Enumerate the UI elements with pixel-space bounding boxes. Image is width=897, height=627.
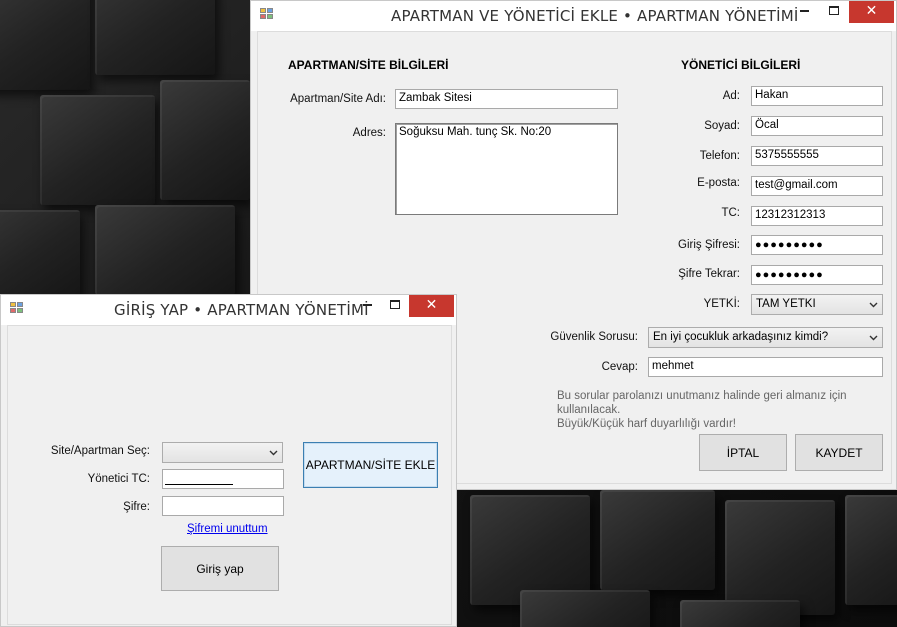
wallpaper-cube	[40, 95, 155, 205]
security-question-select-value: En iyi çocukluk arkadaşınız kimdi?	[653, 331, 829, 343]
maximize-icon[interactable]	[381, 295, 409, 317]
manager-tc-input[interactable]	[162, 469, 284, 489]
authority-select-value: TAM YETKI	[756, 298, 816, 310]
wallpaper-cube	[95, 0, 215, 75]
add-site-button[interactable]: APARTMAN/SİTE EKLE	[303, 442, 438, 488]
security-note-line: Büyük/Küçük harf duyarlılığı vardır!	[557, 418, 736, 430]
forgot-password-link[interactable]: Şifremi unuttum	[187, 523, 268, 535]
address-textarea[interactable]: Soğuksu Mah. tunç Sk. No:20	[395, 123, 618, 215]
security-note: Bu sorular parolanızı unutmanız halinde …	[557, 389, 887, 431]
chevron-down-icon	[269, 450, 278, 456]
password-repeat-input[interactable]: ●●●●●●●●●	[751, 265, 883, 285]
site-select-label: Site/Apartman Seç:	[50, 445, 150, 457]
close-icon[interactable]: ✕	[409, 295, 454, 317]
password-label: Şifre:	[123, 501, 150, 513]
email-input[interactable]: test@gmail.com	[751, 176, 883, 196]
phone-label: Telefon:	[699, 150, 740, 162]
close-icon[interactable]: ✕	[849, 1, 894, 23]
minimize-icon[interactable]	[353, 295, 381, 317]
tc-mask-placeholder	[165, 484, 233, 485]
authority-select[interactable]: TAM YETKI	[751, 294, 883, 315]
phone-input[interactable]: 5375555555	[751, 146, 883, 166]
window-title: APARTMAN VE YÖNETİCİ EKLE • APARTMAN YÖN…	[391, 7, 799, 25]
authority-label: YETKİ:	[703, 298, 740, 310]
wallpaper-cube	[600, 490, 715, 590]
password-repeat-label: Şifre Tekrar:	[678, 268, 740, 280]
login-window: GİRİŞ YAP • APARTMAN YÖNETİMİ ✕ Site/Apa…	[0, 294, 457, 627]
wallpaper-cube	[470, 495, 590, 605]
tc-label: TC:	[721, 207, 740, 219]
last-name-input[interactable]: Öcal	[751, 116, 883, 136]
app-icon	[10, 302, 24, 315]
security-question-label: Güvenlik Sorusu:	[550, 331, 638, 343]
wallpaper-cube	[725, 500, 835, 615]
maximize-icon[interactable]	[819, 1, 849, 23]
tc-input[interactable]: 12312312313	[751, 206, 883, 226]
wallpaper-cube	[680, 600, 800, 627]
section-site-heading: APARTMAN/SİTE BİLGİLERİ	[288, 58, 449, 72]
chevron-down-icon	[869, 302, 878, 308]
save-button[interactable]: KAYDET	[795, 434, 883, 471]
last-name-label: Soyad:	[704, 120, 740, 132]
site-name-input[interactable]: Zambak Sitesi	[395, 89, 618, 109]
first-name-label: Ad:	[722, 90, 740, 102]
manager-tc-label: Yönetici TC:	[87, 473, 150, 485]
cancel-button[interactable]: İPTAL	[699, 434, 787, 471]
wallpaper-cube	[0, 210, 80, 300]
password-input[interactable]: ●●●●●●●●●	[751, 235, 883, 255]
address-label: Adres:	[352, 127, 386, 139]
wallpaper-cube	[0, 0, 90, 90]
section-manager-heading: YÖNETİCİ BİLGİLERİ	[681, 58, 801, 72]
wallpaper-cube	[520, 590, 650, 627]
site-select[interactable]	[162, 442, 283, 463]
app-icon	[260, 8, 274, 21]
password-input[interactable]	[162, 496, 284, 516]
site-name-label: Apartman/Site Adı:	[290, 93, 386, 105]
first-name-input[interactable]: Hakan	[751, 86, 883, 106]
chevron-down-icon	[869, 335, 878, 341]
password-label: Giriş Şifresi:	[678, 239, 740, 251]
login-form: Site/Apartman Seç: Yönetici TC: Şifre: Ş…	[7, 325, 452, 625]
add-apartment-titlebar[interactable]: APARTMAN VE YÖNETİCİ EKLE • APARTMAN YÖN…	[251, 1, 896, 31]
login-button[interactable]: Giriş yap	[161, 546, 279, 591]
answer-label: Cevap:	[601, 361, 638, 373]
answer-input[interactable]: mehmet	[648, 357, 883, 377]
security-question-select[interactable]: En iyi çocukluk arkadaşınız kimdi?	[648, 327, 883, 348]
wallpaper-cube	[95, 205, 235, 295]
wallpaper-cube	[845, 495, 897, 605]
email-label: E-posta:	[697, 177, 740, 189]
window-title: GİRİŞ YAP • APARTMAN YÖNETİMİ	[114, 301, 369, 319]
login-titlebar[interactable]: GİRİŞ YAP • APARTMAN YÖNETİMİ ✕	[1, 295, 456, 325]
wallpaper-cube	[160, 80, 250, 200]
minimize-icon[interactable]	[789, 1, 819, 23]
security-note-line: Bu sorular parolanızı unutmanız halinde …	[557, 390, 847, 416]
